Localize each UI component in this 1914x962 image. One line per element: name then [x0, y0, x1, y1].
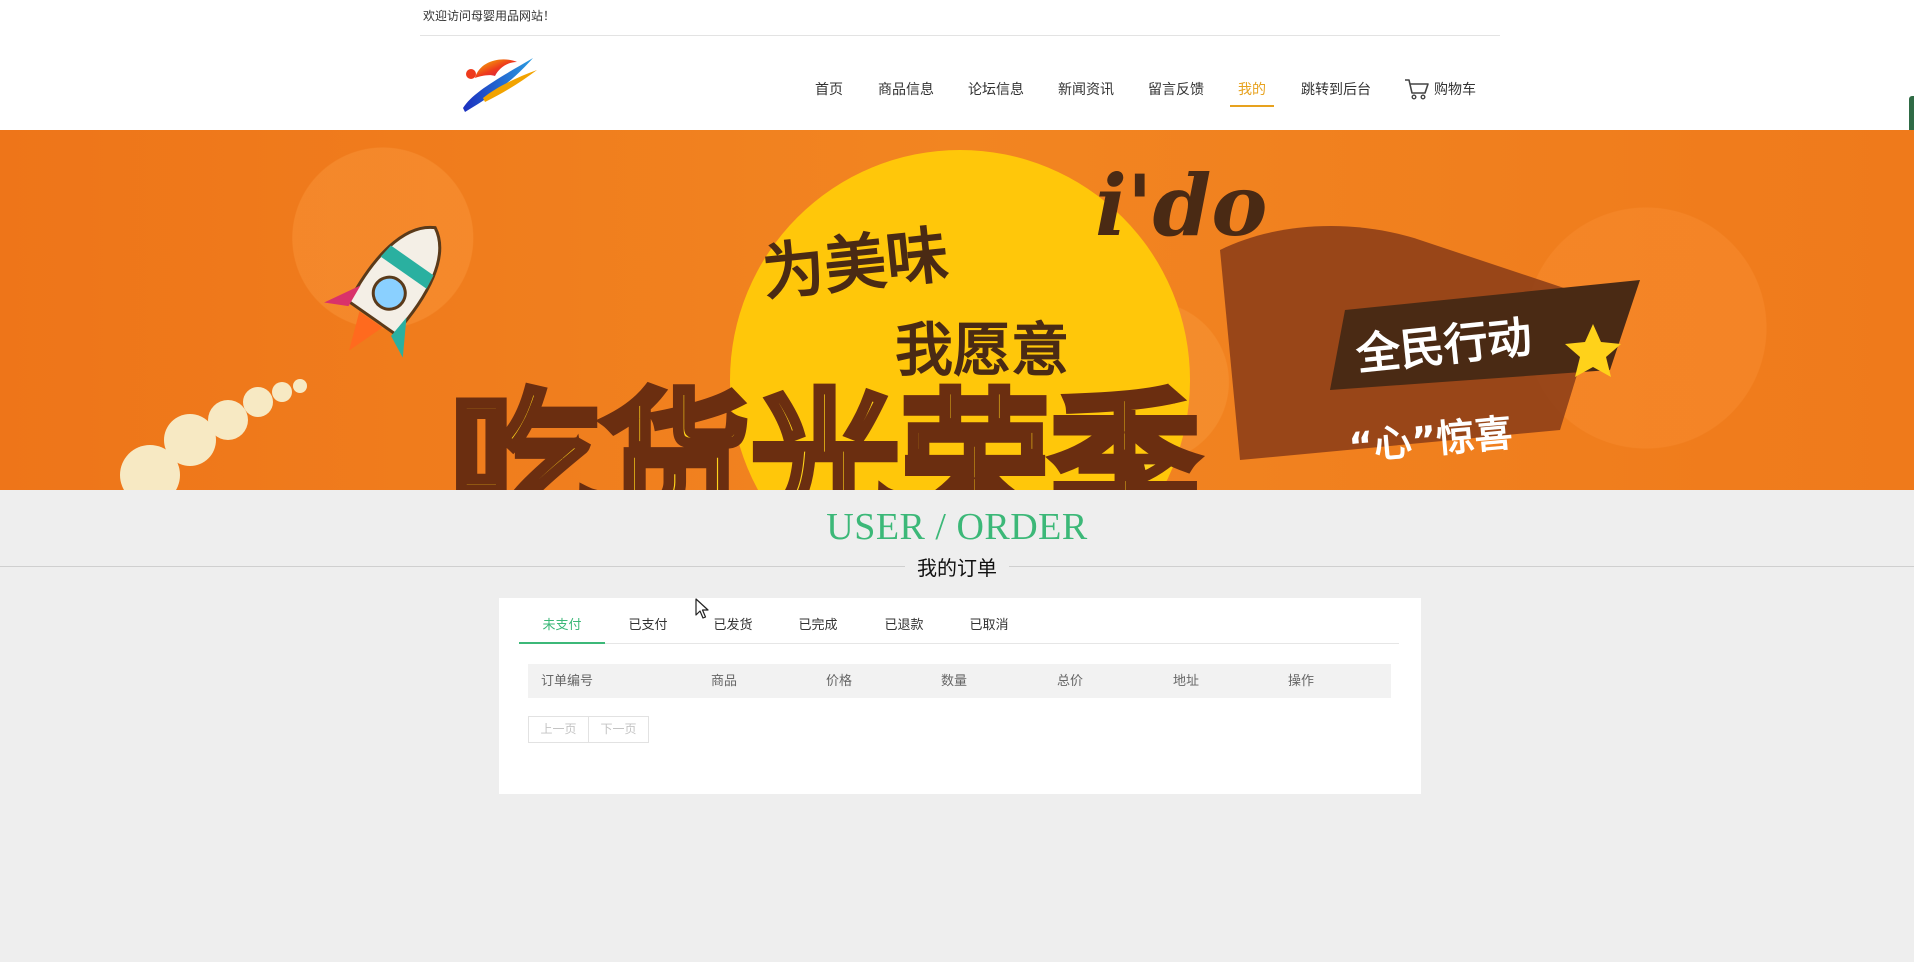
nav-news[interactable]: 新闻资讯 — [1058, 76, 1114, 102]
banner-text-brand: i'do — [1095, 156, 1267, 255]
next-page-button[interactable]: 下一页 — [588, 716, 649, 743]
nav-admin[interactable]: 跳转到后台 — [1301, 76, 1371, 102]
prev-page-button[interactable]: 上一页 — [528, 716, 589, 743]
col-actions: 操作 — [1288, 673, 1315, 688]
col-address: 地址 — [1173, 673, 1200, 688]
col-price: 价格 — [826, 673, 853, 688]
header-divider — [420, 35, 1500, 36]
banner-text-main: 吃货光荣季 — [450, 377, 1200, 490]
nav-forum[interactable]: 论坛信息 — [968, 76, 1024, 102]
col-quantity: 数量 — [941, 673, 968, 688]
order-status-tabs: 未支付 已支付 已发货 已完成 已退款 已取消 — [519, 610, 1399, 644]
order-panel: 未支付 已支付 已发货 已完成 已退款 已取消 订单编号 商品 价格 数量 总价… — [499, 598, 1421, 794]
tab-cancelled[interactable]: 已取消 — [946, 610, 1032, 644]
welcome-text: 欢迎访问母婴用品网站！ — [423, 9, 556, 23]
pagination: 上一页 下一页 — [528, 716, 649, 743]
nav-mine[interactable]: 我的 — [1230, 76, 1274, 107]
banner-artwork: 为美味 i'do 我愿意 吃货光荣季 全民行动 “心”惊喜 — [120, 150, 1640, 490]
col-total: 总价 — [1057, 673, 1084, 688]
site-header: 欢迎访问母婴用品网站！ 首页 商品信息 论坛信息 新闻资讯 留言反馈 我的 跳转… — [0, 0, 1914, 130]
tab-completed[interactable]: 已完成 — [775, 610, 861, 644]
order-table-header: 订单编号 商品 价格 数量 总价 地址 操作 — [528, 664, 1391, 698]
tab-refunded[interactable]: 已退款 — [861, 610, 947, 644]
col-order-id: 订单编号 — [541, 673, 594, 688]
nav-home[interactable]: 首页 — [815, 76, 843, 102]
cart-label: 购物车 — [1434, 81, 1476, 97]
nav-products[interactable]: 商品信息 — [878, 76, 934, 102]
banner-text-line2: 我愿意 — [895, 316, 1069, 384]
section-title-en: USER / ORDER — [826, 506, 1088, 548]
tab-paid[interactable]: 已支付 — [605, 610, 691, 644]
nav-feedback[interactable]: 留言反馈 — [1148, 76, 1204, 102]
shopping-cart-icon — [1405, 79, 1429, 100]
section-title-cn: 我的订单 — [905, 552, 1009, 581]
flame-swoosh-logo-icon[interactable] — [455, 48, 540, 118]
col-product: 商品 — [711, 673, 738, 688]
cart-link[interactable]: 购物车 — [1404, 77, 1476, 101]
promo-banner[interactable]: 为美味 i'do 我愿意 吃货光荣季 全民行动 “心”惊喜 — [0, 130, 1914, 490]
mouse-cursor-icon — [695, 598, 709, 619]
tab-unpaid[interactable]: 未支付 — [519, 610, 605, 644]
